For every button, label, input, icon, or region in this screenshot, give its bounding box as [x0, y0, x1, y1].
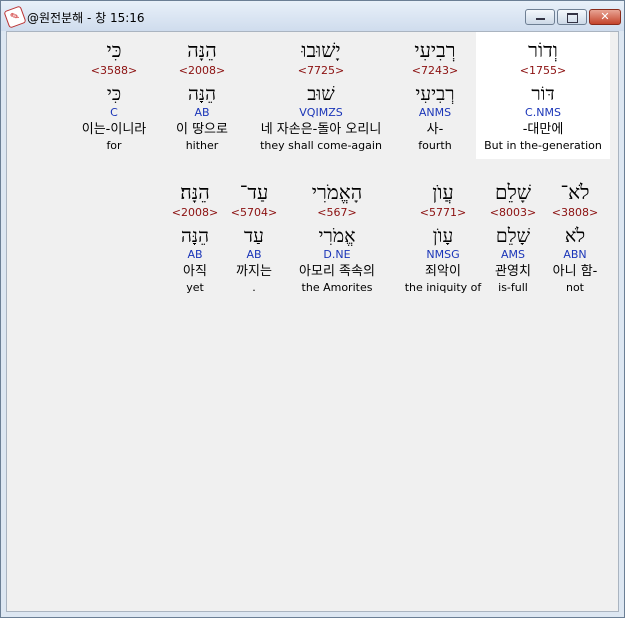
lemma-word: אֱמֹרִי [318, 225, 356, 247]
close-button[interactable]: ✕ [589, 9, 621, 25]
morph-code: D.NE [323, 248, 351, 261]
hebrew-word: הֵנָּה [187, 38, 217, 62]
lemma-word: דּוֹר [531, 83, 555, 105]
morph-code: ANMS [418, 106, 452, 119]
word-cell[interactable]: עַד־ <5704> עַד AB 까지는. [226, 178, 282, 295]
lemma-word: עָוֺן [432, 225, 454, 247]
hebrew-word: עֲוֺן [432, 180, 454, 204]
english-gloss: the iniquity of [404, 281, 482, 294]
korean-gloss: -대만에 [522, 122, 564, 137]
title-bar[interactable]: ✎ @원전분해 - 창 15:16 ✕ [1, 1, 624, 31]
english-gloss: not [565, 281, 584, 294]
strong-number: <567> [317, 206, 357, 219]
lemma-word: רְבִיעִי [415, 83, 455, 105]
morph-code: AB [246, 248, 262, 261]
hebrew-word: לֹא־ [560, 180, 590, 204]
strong-number: <8003> [489, 206, 537, 219]
word-cell[interactable]: הָאֱמֹרִי <567> אֱמֹרִי D.NE 아모리 족속의 the Amor… [282, 178, 392, 295]
morph-code: VQIMZS [299, 106, 343, 119]
english-gloss: hither [185, 139, 219, 152]
lemma-word: לֹא [564, 225, 586, 247]
word-cell[interactable]: לֹא־ <3808> לֹא ABN 아니 함-not [545, 178, 605, 295]
strong-number: <2008> [178, 64, 226, 77]
morph-code: ABN [563, 248, 587, 261]
english-gloss: fourth [418, 139, 452, 152]
word-cell[interactable]: הֵנָּה׃ <2008> הֵנָּה AB 아직 yet [165, 178, 225, 295]
korean-gloss: 관영치 [495, 264, 531, 279]
english-gloss: But in the-generation [484, 139, 602, 152]
korean-gloss: 사- [426, 122, 444, 137]
english-gloss: for [106, 139, 122, 152]
strong-number: <3588> [90, 64, 138, 77]
morph-code: C.NMS [525, 106, 561, 119]
word-cell[interactable]: עֲוֺן <5771> עָוֺן NMSG 죄악이 the iniquity of [395, 178, 491, 295]
korean-gloss: 아모리 족속의 [299, 264, 375, 279]
lemma-word: הֵנָּה [180, 225, 210, 247]
hebrew-word: הָאֱמֹרִי [311, 180, 363, 204]
scroll-app-icon[interactable]: ✎ [3, 5, 27, 29]
hebrew-word: עַד־ [239, 180, 269, 204]
word-cell[interactable]: וְדוֹר <1755> דּוֹר C.NMS -대만에 But in the-gen… [476, 32, 610, 159]
korean-gloss: 이는-이니라 [81, 122, 147, 137]
korean-gloss: 이 땅으로 [176, 122, 228, 137]
strong-number: <1755> [519, 64, 567, 77]
korean-gloss: 아니 함- [552, 264, 598, 279]
hebrew-word: וְדוֹר [528, 38, 558, 62]
korean-gloss: 네 자손은-돌아 오리니 [260, 122, 382, 137]
morph-code: NMSG [426, 248, 460, 261]
strong-number: <5704> [230, 206, 278, 219]
word-cell[interactable]: שָׁלֵם <8003> שָׁלֵם AMS 관영치 is-full [481, 178, 545, 295]
close-icon: ✕ [600, 10, 610, 23]
word-cell[interactable]: הֵנָּה <2008> הֵנָּה AB 이 땅으로 hither [162, 36, 242, 153]
app-window: ✎ @원전분해 - 창 15:16 ✕ כִּי <3588> כִּי C 이는-이니… [0, 0, 625, 618]
english-gloss: is-full [498, 281, 528, 294]
english-gloss: . [252, 281, 256, 294]
lemma-word: הֵנָּה [187, 83, 217, 105]
lemma-word: עַד [244, 225, 264, 247]
minimize-button[interactable] [525, 9, 555, 25]
hebrew-word: רְבִיעִי [414, 38, 456, 62]
strong-number: <7243> [411, 64, 459, 77]
morph-code: AMS [501, 248, 525, 261]
morph-code: AB [194, 106, 210, 119]
maximize-button[interactable] [557, 9, 587, 25]
hebrew-word: שָׁלֵם [495, 180, 531, 204]
strong-number: <5771> [419, 206, 467, 219]
strong-number: <7725> [297, 64, 345, 77]
maximize-icon [567, 13, 578, 23]
lemma-word: שָׁלֵם [495, 225, 531, 247]
hebrew-word: הֵנָּה׃ [180, 180, 210, 204]
word-cell[interactable]: רְבִיעִי <7243> רְבִיעִי ANMS 사-fourth [395, 36, 475, 153]
morph-code: AB [187, 248, 203, 261]
english-gloss: yet [186, 281, 204, 294]
morph-code: C [110, 106, 118, 119]
window-title: @원전분해 - 창 15:16 [27, 11, 145, 25]
english-gloss: they shall come-again [260, 139, 382, 152]
word-cell[interactable]: כִּי <3588> כִּי C 이는-이니라 for [74, 36, 154, 153]
korean-gloss: 아직 [183, 264, 207, 279]
lemma-word: כִּי [106, 83, 122, 105]
minimize-icon [536, 18, 545, 20]
korean-gloss: 죄악이 [425, 264, 461, 279]
strong-number: <2008> [171, 206, 219, 219]
hebrew-word: יָשׁוּבוּ [301, 38, 341, 62]
strong-number: <3808> [551, 206, 599, 219]
interlinear-panel[interactable]: כִּי <3588> כִּי C 이는-이니라 for הֵנָּה <2008> הֵנָ… [6, 31, 619, 612]
korean-gloss: 까지는 [236, 264, 272, 279]
hebrew-word: כִּי [106, 38, 122, 62]
lemma-word: שׁוּב [307, 83, 335, 105]
english-gloss: the Amorites [301, 281, 373, 294]
word-cell[interactable]: יָשׁוּבוּ <7725> שׁוּב VQIMZS 네 자손은-돌아 오리니 th… [241, 36, 401, 153]
